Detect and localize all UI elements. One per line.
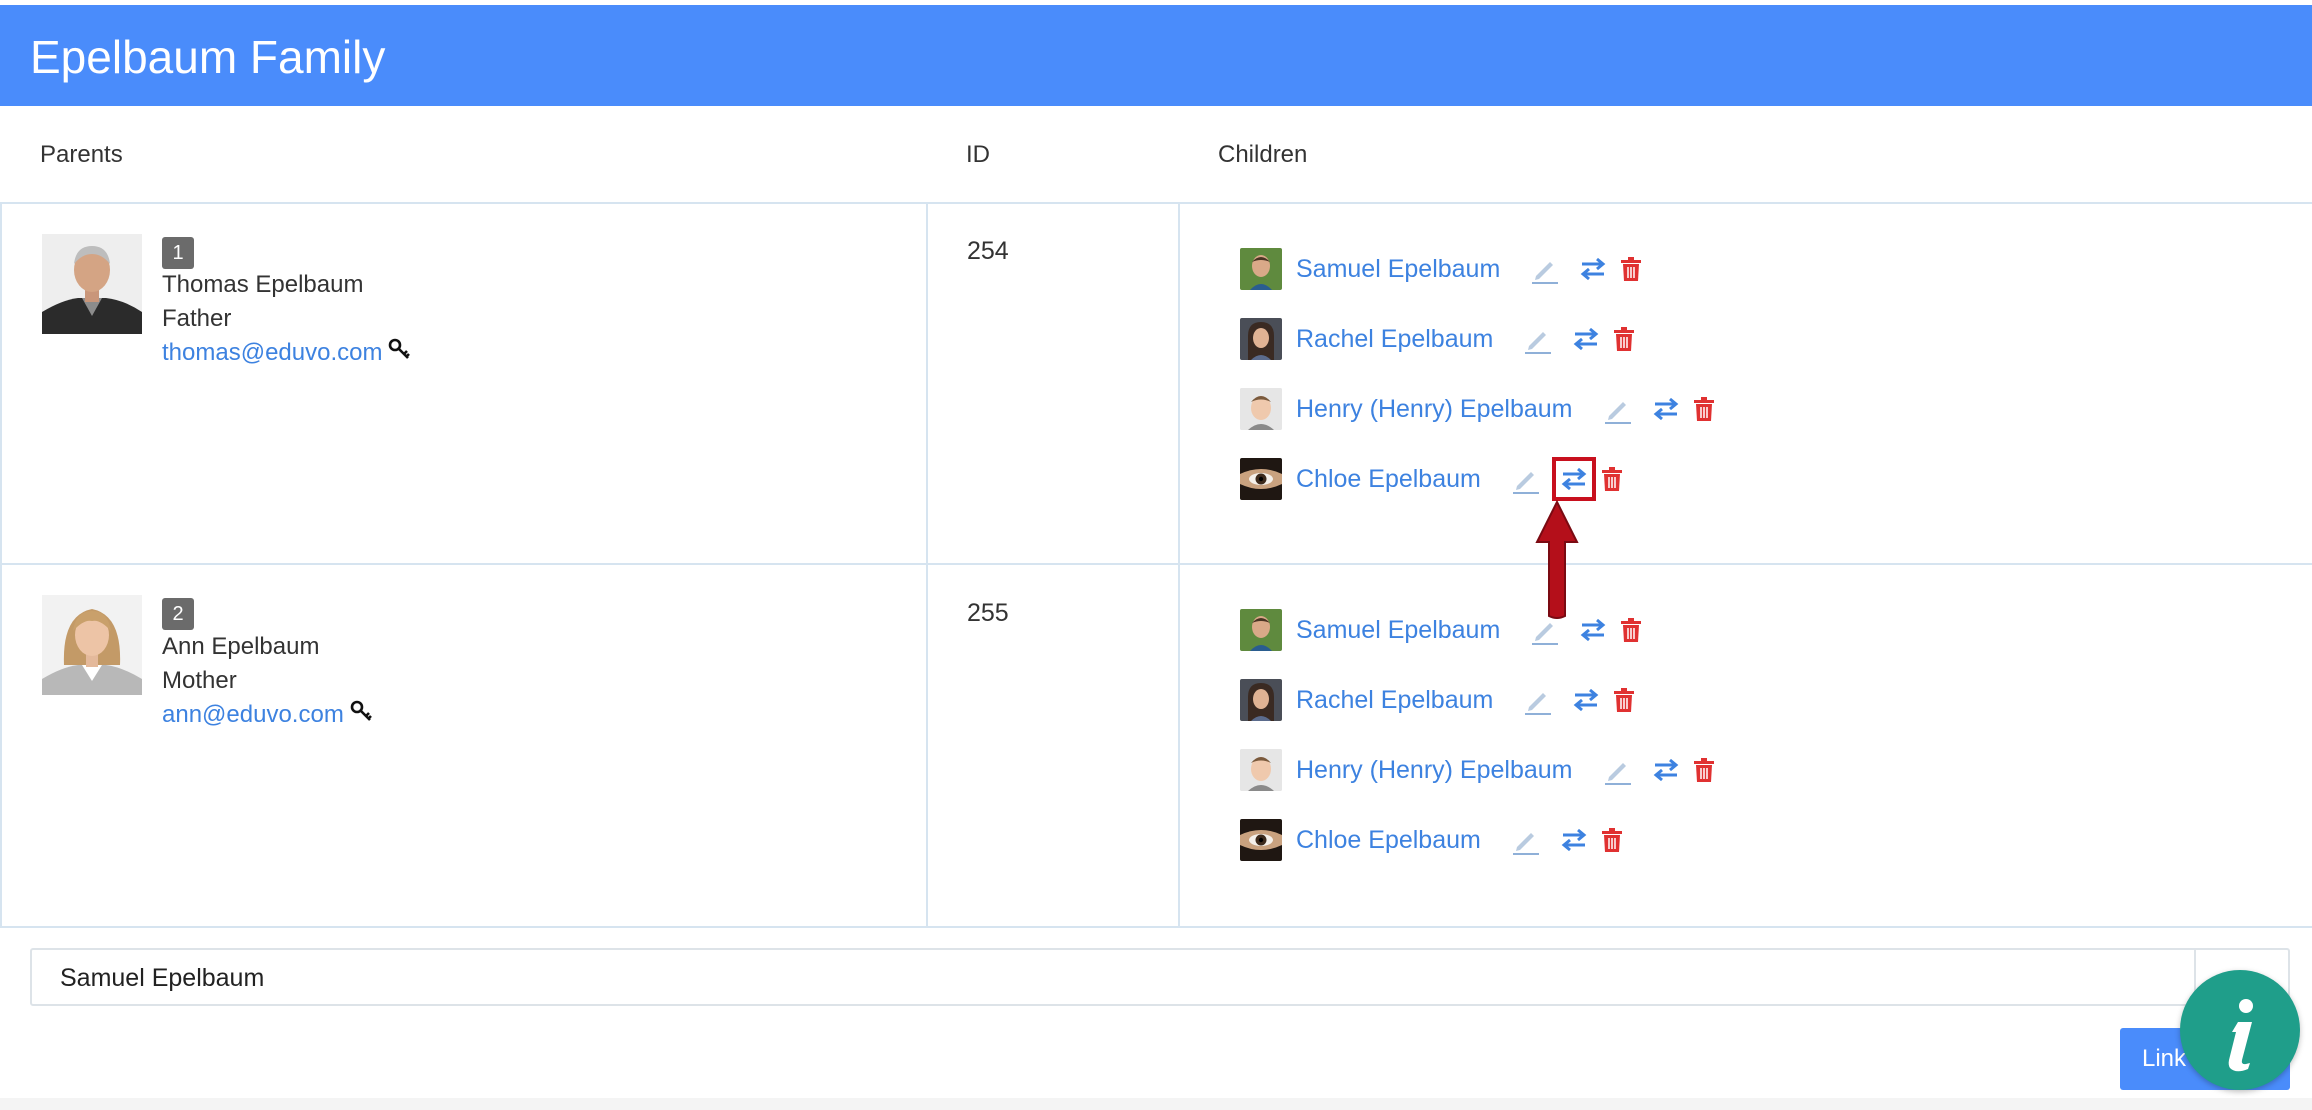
annotation-arrow-icon <box>1535 500 1579 619</box>
pencil-icon[interactable] <box>1511 464 1541 494</box>
parent-id: 255 <box>967 599 1009 627</box>
child-avatar <box>1240 248 1282 290</box>
trash-icon[interactable] <box>1693 755 1715 785</box>
pencil-icon[interactable] <box>1523 685 1553 715</box>
table-divider <box>0 926 2312 928</box>
list-item: Chloe Epelbaum <box>1240 818 1623 862</box>
parent-email-link[interactable]: thomas@eduvo.com <box>162 339 382 366</box>
pencil-icon[interactable] <box>1530 615 1560 645</box>
info-icon <box>2228 999 2253 1072</box>
child-name-link[interactable]: Rachel Epelbaum <box>1296 325 1493 354</box>
pencil-icon[interactable] <box>1523 324 1553 354</box>
page-title: Epelbaum Family <box>30 31 386 83</box>
trash-icon[interactable] <box>1613 685 1635 715</box>
parent-name: Thomas Epelbaum <box>162 271 364 298</box>
parent-email-link[interactable]: ann@eduvo.com <box>162 701 344 728</box>
swap-arrows-icon[interactable] <box>1571 685 1601 715</box>
swap-arrows-icon[interactable] <box>1578 254 1608 284</box>
trash-icon[interactable] <box>1693 394 1715 424</box>
child-name-link[interactable]: Henry (Henry) Epelbaum <box>1296 395 1573 424</box>
avatar <box>42 234 142 334</box>
list-item: Rachel Epelbaum <box>1240 678 1635 722</box>
page-bottom-edge <box>0 1098 2312 1110</box>
parent-number-badge: 2 <box>162 598 194 630</box>
child-avatar <box>1240 318 1282 360</box>
table-border <box>926 202 928 928</box>
swap-arrows-icon[interactable] <box>1651 394 1681 424</box>
column-header-children: Children <box>1218 141 1308 168</box>
column-header-id: ID <box>966 141 990 168</box>
avatar <box>42 595 142 695</box>
trash-icon[interactable] <box>1613 324 1635 354</box>
child-avatar <box>1240 679 1282 721</box>
child-avatar <box>1240 609 1282 651</box>
page-header: Epelbaum Family <box>0 5 2312 106</box>
table-divider <box>0 563 2312 565</box>
parent-email-row: thomas@eduvo.com <box>162 336 412 371</box>
child-avatar <box>1240 749 1282 791</box>
child-search-box <box>30 948 2290 1006</box>
trash-icon[interactable] <box>1601 825 1623 855</box>
child-name-link[interactable]: Rachel Epelbaum <box>1296 686 1493 715</box>
child-avatar <box>1240 458 1282 500</box>
trash-icon[interactable] <box>1620 615 1642 645</box>
list-item: Chloe Epelbaum <box>1240 457 1623 501</box>
parent-role: Mother <box>162 667 237 694</box>
child-name-link[interactable]: Chloe Epelbaum <box>1296 465 1481 494</box>
table-border <box>1178 202 1180 928</box>
child-search-input[interactable] <box>58 950 2212 1006</box>
child-name-link[interactable]: Samuel Epelbaum <box>1296 255 1500 284</box>
trash-icon[interactable] <box>1601 464 1623 494</box>
child-name-link[interactable]: Henry (Henry) Epelbaum <box>1296 756 1573 785</box>
list-item: Henry (Henry) Epelbaum <box>1240 387 1715 431</box>
info-help-button[interactable] <box>2180 970 2300 1090</box>
swap-arrows-icon[interactable] <box>1559 825 1589 855</box>
trash-icon[interactable] <box>1620 254 1642 284</box>
list-item: Rachel Epelbaum <box>1240 317 1635 361</box>
key-icon[interactable] <box>388 337 412 371</box>
child-avatar <box>1240 819 1282 861</box>
swap-arrows-icon[interactable] <box>1578 615 1608 645</box>
child-name-link[interactable]: Chloe Epelbaum <box>1296 826 1481 855</box>
pencil-icon[interactable] <box>1530 254 1560 284</box>
column-header-parents: Parents <box>40 141 123 168</box>
pencil-icon[interactable] <box>1511 825 1541 855</box>
pencil-icon[interactable] <box>1603 394 1633 424</box>
child-name-link[interactable]: Samuel Epelbaum <box>1296 616 1500 645</box>
swap-arrows-icon[interactable] <box>1571 324 1601 354</box>
pencil-icon[interactable] <box>1603 755 1633 785</box>
list-item: Henry (Henry) Epelbaum <box>1240 748 1715 792</box>
parent-email-row: ann@eduvo.com <box>162 698 374 733</box>
child-avatar <box>1240 388 1282 430</box>
parent-number-badge: 1 <box>162 237 194 269</box>
parent-role: Father <box>162 305 232 332</box>
swap-arrows-icon[interactable] <box>1551 457 1596 501</box>
parent-name: Ann Epelbaum <box>162 633 320 660</box>
swap-arrows-icon[interactable] <box>1651 755 1681 785</box>
key-icon[interactable] <box>350 699 374 733</box>
parent-id: 254 <box>967 237 1009 265</box>
list-item: Samuel Epelbaum <box>1240 608 1642 652</box>
table-divider <box>0 202 2312 204</box>
list-item: Samuel Epelbaum <box>1240 247 1642 291</box>
table-border <box>0 202 2 928</box>
